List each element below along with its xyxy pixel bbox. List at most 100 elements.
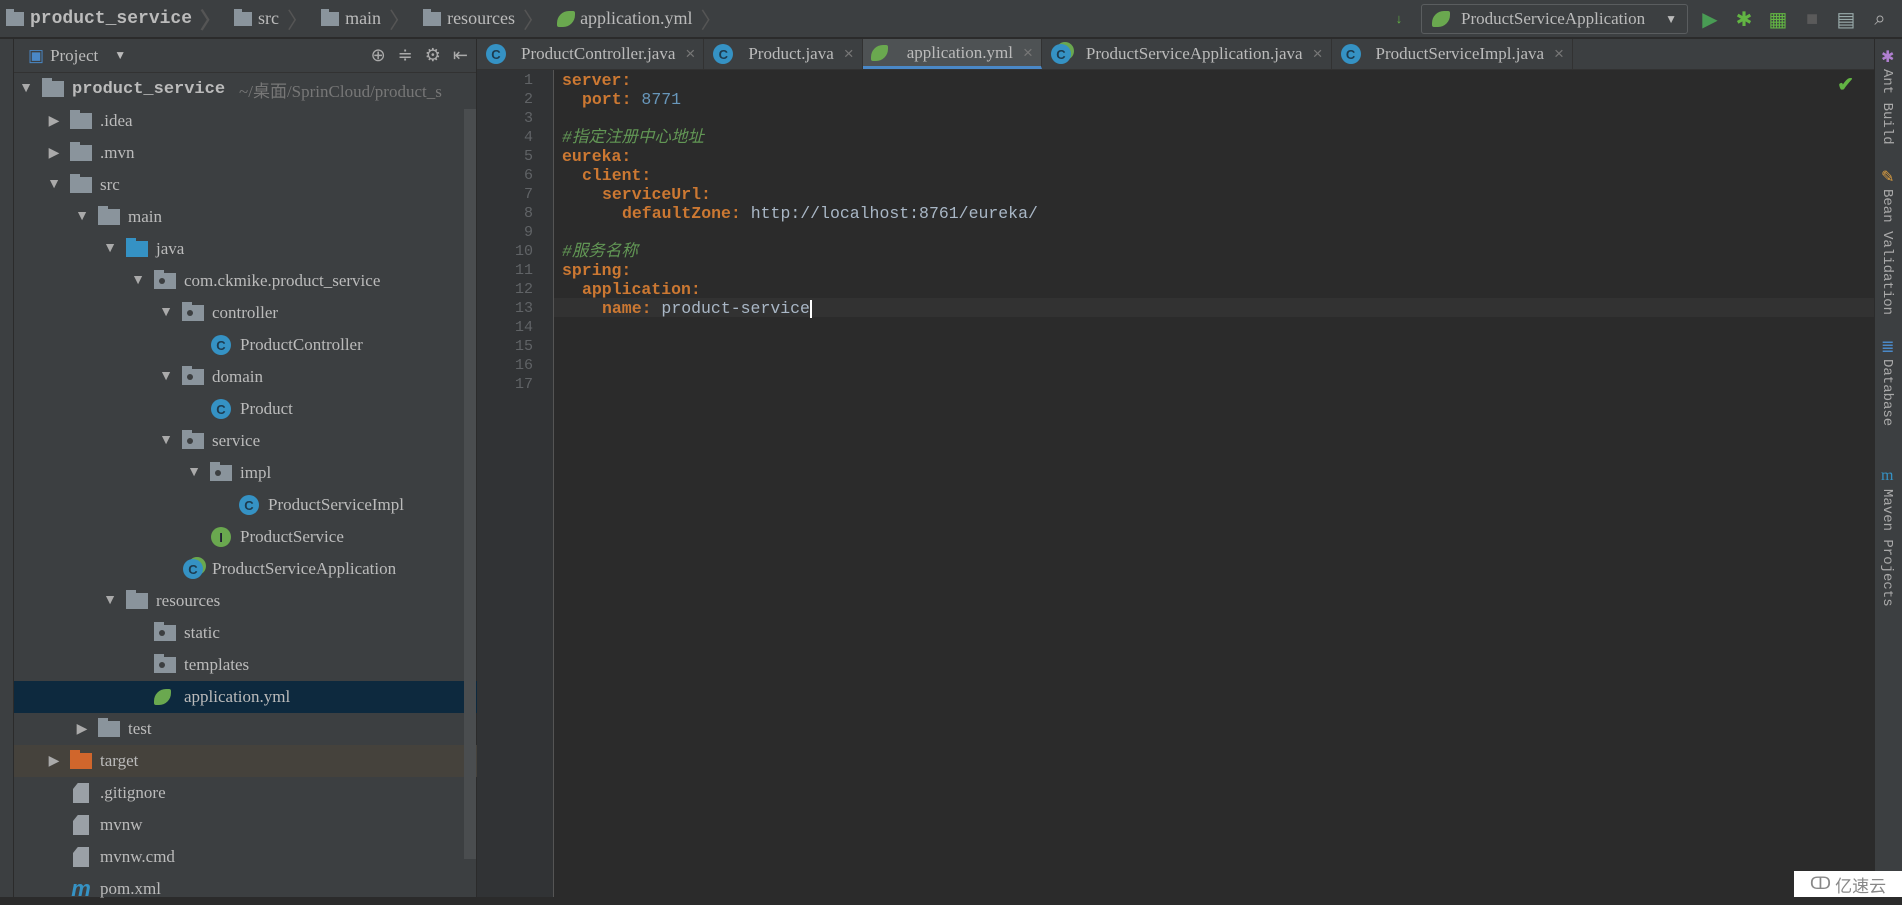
expanded-arrow-icon[interactable]: ▼ bbox=[102, 241, 118, 257]
tool-window-maven-projects[interactable]: Maven Projects bbox=[1879, 489, 1895, 607]
folder-icon bbox=[6, 8, 24, 26]
code-line: application: bbox=[582, 280, 701, 299]
tree-item[interactable]: ▼ controller bbox=[14, 297, 477, 329]
tree-item[interactable]: ▼ main bbox=[14, 201, 477, 233]
line-number: 7 bbox=[523, 186, 533, 203]
class-icon: C bbox=[210, 399, 232, 419]
tree-item-label: controller bbox=[212, 303, 279, 322]
tree-item[interactable]: ▼ impl bbox=[14, 457, 477, 489]
expanded-arrow-icon[interactable]: ▼ bbox=[158, 369, 174, 385]
tree-item[interactable]: mvnw bbox=[14, 809, 477, 841]
database-icon[interactable]: ≣ bbox=[1881, 337, 1894, 357]
breadcrumb-item[interactable]: application.yml 〉 bbox=[551, 3, 729, 35]
tree-item[interactable]: ▼ com.ckmike.product_service bbox=[14, 265, 477, 297]
search-icon[interactable]: ⌕ bbox=[1868, 7, 1892, 31]
tab-productcontroller-java[interactable]: C ProductController.java × bbox=[477, 39, 705, 69]
tree-item[interactable]: ▼ product_service ~/桌面/SprinCloud/product_… bbox=[14, 73, 477, 105]
tab-application-yml[interactable]: application.yml × bbox=[862, 39, 1042, 69]
collapsed-arrow-icon[interactable]: ▶ bbox=[46, 753, 62, 770]
tool-window-ant-build[interactable]: Ant Build bbox=[1879, 69, 1895, 145]
breadcrumb-item[interactable]: main 〉 bbox=[315, 3, 417, 35]
scrollbar[interactable] bbox=[464, 109, 476, 859]
project-panel-header: ▣ Project ▼ ⊕ ≑ ⚙ ⇤ bbox=[14, 39, 476, 73]
tree-item[interactable]: ▼ src bbox=[14, 169, 477, 201]
run-icon[interactable]: ▶ bbox=[1698, 7, 1722, 31]
ant-icon[interactable]: ✱ bbox=[1881, 47, 1894, 67]
collapsed-arrow-icon[interactable]: ▶ bbox=[74, 721, 90, 738]
debug-icon[interactable]: ✱ bbox=[1732, 7, 1756, 31]
expanded-arrow-icon[interactable]: ▼ bbox=[18, 81, 34, 97]
run-configuration-select[interactable]: ProductServiceApplication ▼ bbox=[1420, 4, 1688, 34]
tree-item[interactable]: ▼ java bbox=[14, 233, 477, 265]
hide-panel-icon[interactable]: ⇤ bbox=[453, 45, 468, 66]
yaml-value: product-service bbox=[661, 299, 810, 318]
project-view-select[interactable]: Project bbox=[50, 46, 98, 66]
coverage-icon[interactable]: ▦ bbox=[1766, 7, 1790, 31]
tree-item[interactable]: C ProductServiceApplication bbox=[14, 553, 477, 585]
breadcrumb-item[interactable]: src 〉 bbox=[228, 3, 315, 35]
tree-item[interactable]: ▶ test bbox=[14, 713, 477, 745]
tree-item[interactable]: .gitignore bbox=[14, 777, 477, 809]
collapsed-arrow-icon[interactable]: ▶ bbox=[46, 113, 62, 130]
class-icon: C bbox=[1340, 44, 1362, 64]
tab-productserviceimpl-java[interactable]: C ProductServiceImpl.java × bbox=[1332, 39, 1573, 69]
code-line: spring: bbox=[562, 261, 631, 280]
tree-item[interactable]: application.yml bbox=[14, 681, 477, 713]
package-icon bbox=[154, 654, 176, 675]
close-icon[interactable]: × bbox=[1023, 43, 1033, 63]
stop-icon[interactable]: ■ bbox=[1800, 7, 1824, 31]
tab-product-java[interactable]: C Product.java × bbox=[704, 39, 863, 69]
folder-icon bbox=[423, 8, 442, 26]
close-icon[interactable]: × bbox=[685, 44, 695, 64]
tree-item[interactable]: static bbox=[14, 617, 477, 649]
tool-window-bean-validation[interactable]: Bean Validation bbox=[1879, 189, 1895, 315]
tree-item[interactable]: ▼ domain bbox=[14, 361, 477, 393]
tab-label: ProductServiceImpl.java bbox=[1375, 44, 1545, 63]
vcs-update-icon[interactable]: ↓ bbox=[1387, 7, 1411, 31]
tree-item-label: static bbox=[184, 623, 220, 642]
tree-item-label: application.yml bbox=[184, 687, 291, 706]
module-folder-icon bbox=[42, 78, 64, 99]
yaml-colon: : bbox=[701, 185, 711, 204]
tree-item[interactable]: I ProductService bbox=[14, 521, 477, 553]
expanded-arrow-icon[interactable]: ▼ bbox=[186, 465, 202, 481]
expanded-arrow-icon[interactable]: ▼ bbox=[158, 433, 174, 449]
close-icon[interactable]: × bbox=[1554, 44, 1564, 64]
tree-item[interactable]: ▼ service bbox=[14, 425, 477, 457]
cloud-logo-icon: ↀ bbox=[1809, 874, 1832, 894]
tree-item[interactable]: mvnw.cmd bbox=[14, 841, 477, 873]
tree-item[interactable]: m pom.xml bbox=[14, 873, 477, 905]
tree-item[interactable]: ▶ target bbox=[14, 745, 477, 777]
tool-window-database[interactable]: Database bbox=[1879, 359, 1895, 426]
tab-productserviceapplication-java[interactable]: C ProductServiceApplication.java × bbox=[1042, 39, 1332, 69]
expanded-arrow-icon[interactable]: ▼ bbox=[102, 593, 118, 609]
chevron-down-icon[interactable]: ▼ bbox=[114, 48, 126, 63]
breadcrumb-item[interactable]: resources 〉 bbox=[417, 3, 551, 35]
tree-item[interactable]: ▶ .mvn bbox=[14, 137, 477, 169]
gear-icon[interactable]: ⚙ bbox=[425, 45, 441, 66]
expanded-arrow-icon[interactable]: ▼ bbox=[130, 273, 146, 289]
expanded-arrow-icon[interactable]: ▼ bbox=[158, 305, 174, 321]
project-panel: ▣ Project ▼ ⊕ ≑ ⚙ ⇤ ▼ product_service ~/桌面… bbox=[14, 39, 477, 901]
locate-icon[interactable]: ⊕ bbox=[371, 45, 386, 66]
close-icon[interactable]: × bbox=[844, 44, 854, 64]
tree-item[interactable]: ▼ resources bbox=[14, 585, 477, 617]
code-line: #服务名称 bbox=[562, 242, 638, 261]
tree-item[interactable]: C Product bbox=[14, 393, 477, 425]
expanded-arrow-icon[interactable]: ▼ bbox=[46, 177, 62, 193]
breadcrumb-item[interactable]: product_service 〉 bbox=[0, 3, 228, 35]
maven-icon[interactable]: m bbox=[1881, 467, 1893, 485]
folder-icon bbox=[70, 110, 92, 131]
code-editor[interactable]: 1 2 3 4 5 6 7 8 9 10 11 12 13 14 15 16 17 server: port: 8… bbox=[477, 70, 1874, 897]
collapse-all-icon[interactable]: ≑ bbox=[398, 45, 413, 66]
tree-item[interactable]: C ProductServiceImpl bbox=[14, 489, 477, 521]
tree-item[interactable]: C ProductController bbox=[14, 329, 477, 361]
project-structure-icon[interactable]: ▤ bbox=[1834, 7, 1858, 31]
bean-validation-icon[interactable]: ✎ bbox=[1881, 167, 1894, 187]
collapsed-arrow-icon[interactable]: ▶ bbox=[46, 145, 62, 162]
tree-item[interactable]: ▶ .idea bbox=[14, 105, 477, 137]
expanded-arrow-icon[interactable]: ▼ bbox=[74, 209, 90, 225]
tree-item[interactable]: templates bbox=[14, 649, 477, 681]
close-icon[interactable]: × bbox=[1313, 44, 1323, 64]
maven-icon: m bbox=[70, 876, 92, 901]
